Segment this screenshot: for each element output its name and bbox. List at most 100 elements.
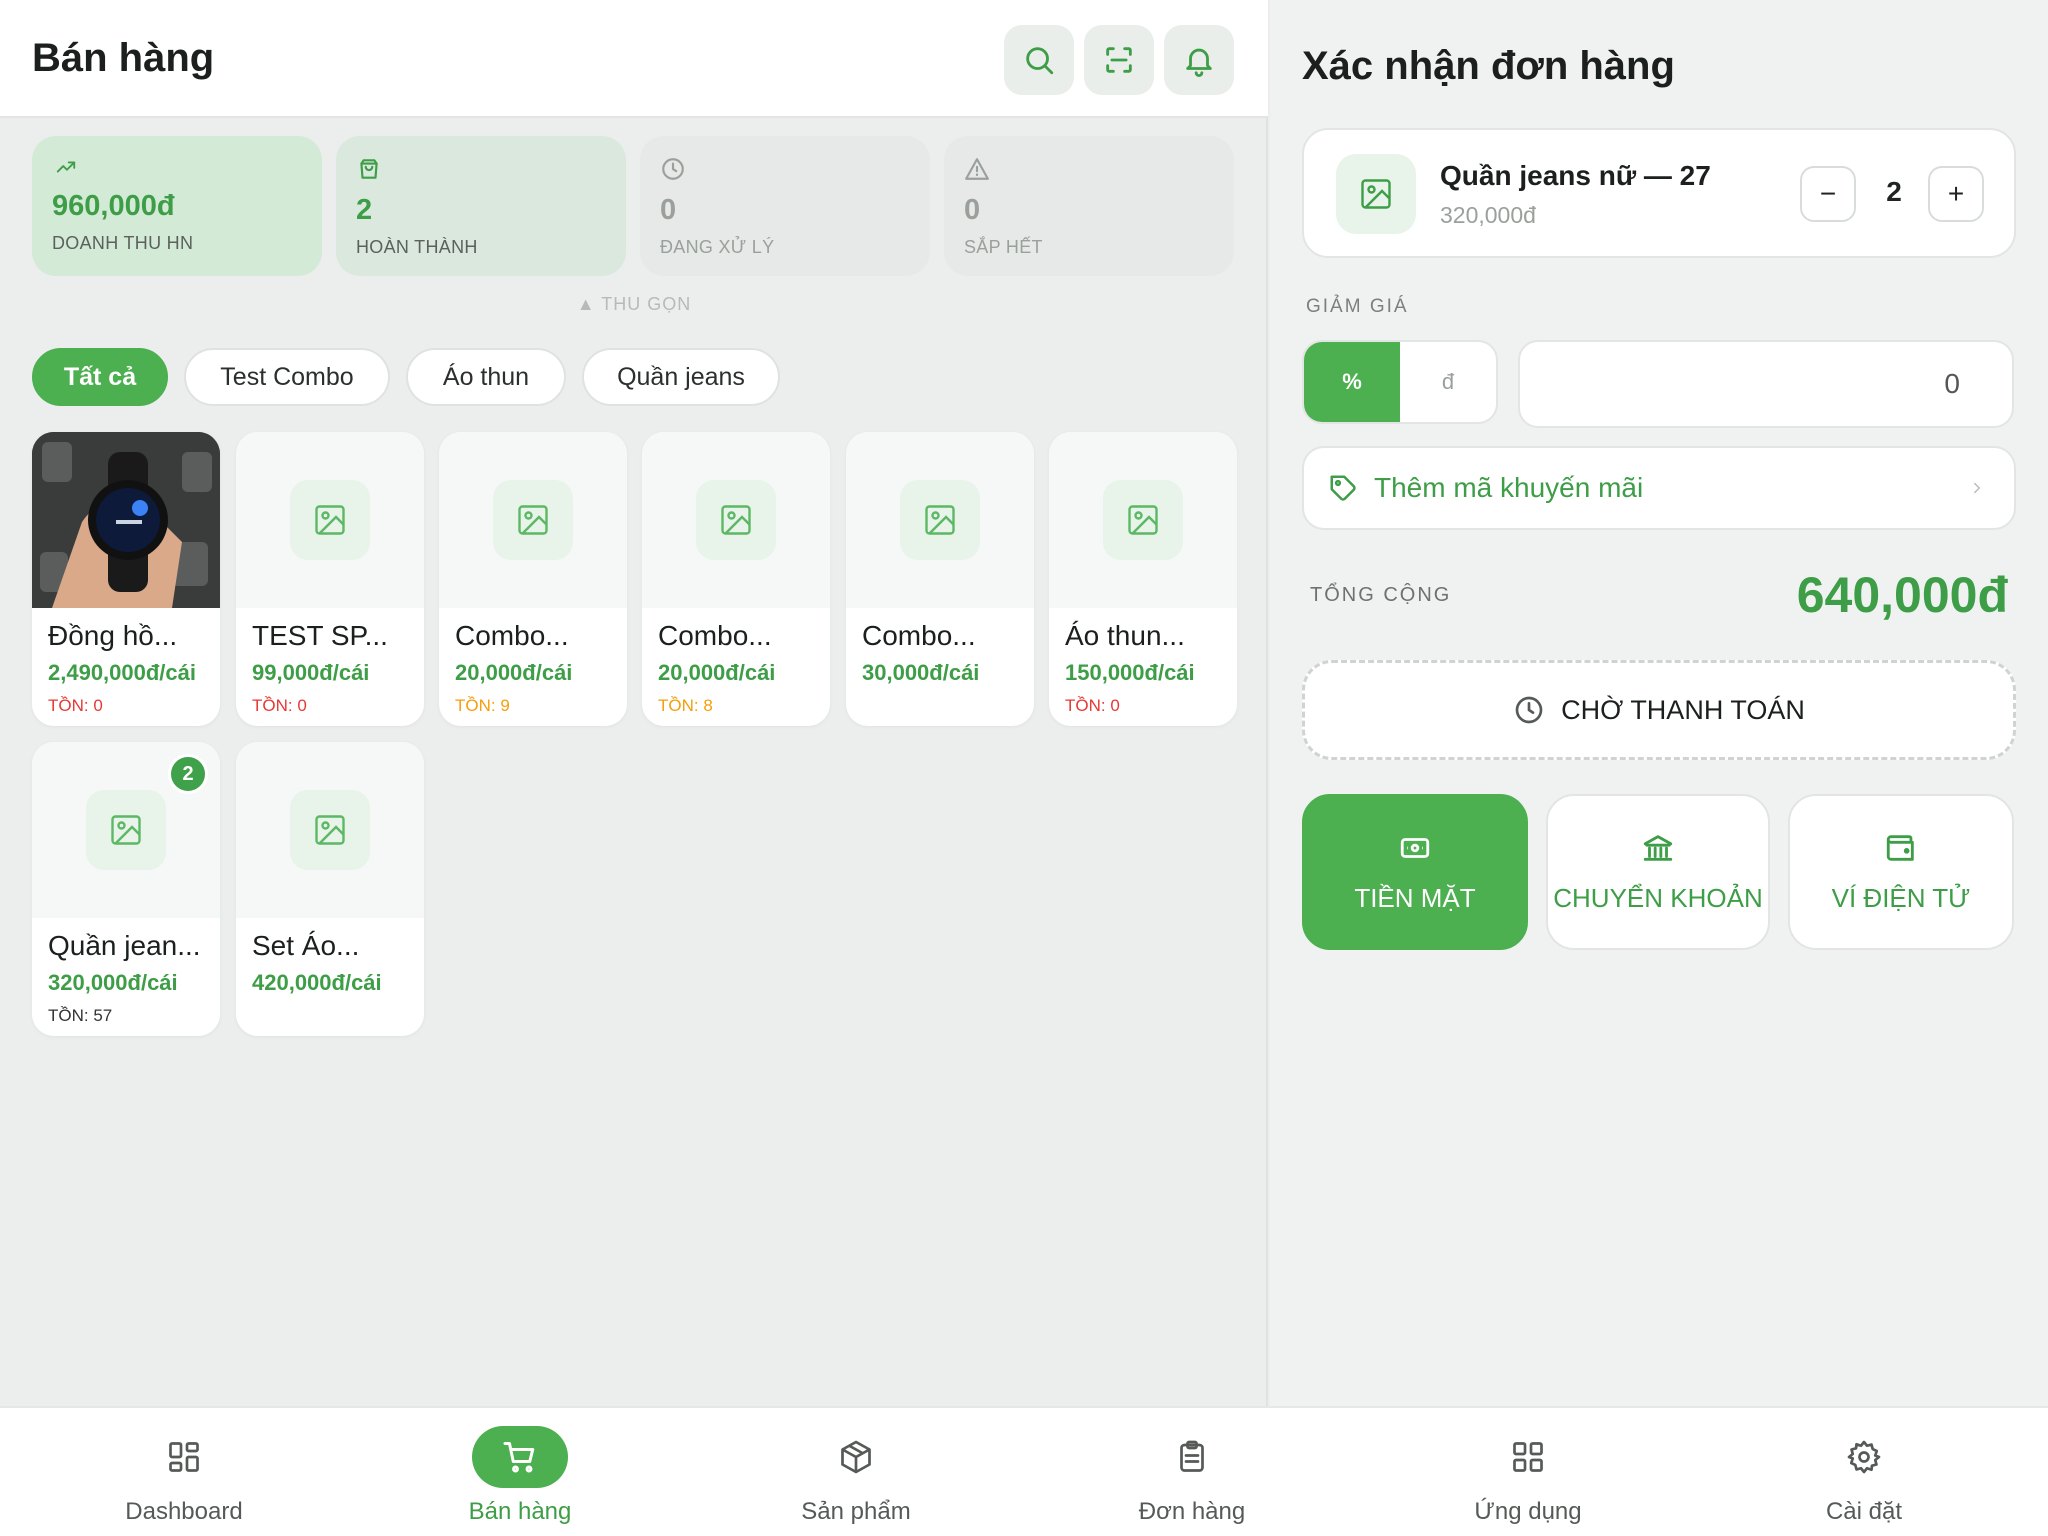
dashboard-icon <box>169 1442 199 1472</box>
sales-panel: Bán hàng 960,000đ DOANH THU HN 2 HOÀN TH… <box>0 0 1268 1406</box>
gear-icon <box>1847 1440 1881 1474</box>
bank-icon <box>1643 834 1673 861</box>
discount-amount-option[interactable]: đ <box>1400 342 1496 422</box>
trending-up-icon <box>56 161 76 173</box>
product-price: 99,000đ/cái <box>252 660 370 685</box>
order-item: Quần jeans nữ — 27 320,000đ − 2 + <box>1302 128 2016 258</box>
category-test-combo[interactable]: Test Combo <box>184 348 390 406</box>
product-price: 20,000đ/cái <box>658 660 776 685</box>
product-card[interactable]: Set Áo... 420,000đ/cái <box>236 742 424 1036</box>
order-item-name: Quần jeans nữ — 27 <box>1440 160 1711 191</box>
order-item-price: 320,000đ <box>1440 202 1536 228</box>
product-card[interactable]: Combo... 20,000đ/cái TỒN: 9 <box>439 432 627 726</box>
discount-label: GIẢM GIÁ <box>1306 296 1409 317</box>
stat-low-stock[interactable]: 0 SẮP HẾT <box>944 136 1234 276</box>
notifications-button[interactable] <box>1164 25 1234 95</box>
product-name: Áo thun... <box>1065 620 1185 651</box>
product-name: Đồng hồ... <box>48 620 178 651</box>
box-icon <box>841 1440 871 1474</box>
promo-label: Thêm mã khuyến mãi <box>1374 472 1644 503</box>
product-card[interactable]: Combo... 30,000đ/cái <box>846 432 1034 726</box>
product-name: Combo... <box>658 620 772 651</box>
pay-ewallet-button[interactable]: VÍ ĐIỆN TỬ <box>1788 794 2014 950</box>
cash-icon <box>1400 837 1430 858</box>
stat-processing[interactable]: 0 ĐANG XỬ LÝ <box>640 136 930 276</box>
warning-icon <box>965 158 989 180</box>
increase-qty-button[interactable]: + <box>1928 166 1984 222</box>
discount-type-toggle: % đ <box>1302 340 1498 424</box>
pay-transfer-button[interactable]: CHUYỂN KHOẢN <box>1546 794 1770 950</box>
pay-label: TIỀN MẶT <box>1354 882 1476 913</box>
bell-icon <box>1186 48 1212 77</box>
product-price: 30,000đ/cái <box>862 660 980 685</box>
scan-button[interactable] <box>1084 25 1154 95</box>
product-stock: TỒN: 0 <box>252 696 307 715</box>
nav-label: Cài đặt <box>1825 1498 1903 1525</box>
product-card[interactable]: 2 Quần jean... 320,000đ/cái TỒN: 57 <box>32 742 220 1036</box>
add-promo-button[interactable]: Thêm mã khuyến mãi <box>1302 446 2016 530</box>
discount-input[interactable]: 0 <box>1518 340 2014 428</box>
stat-value: 960,000đ <box>52 190 175 222</box>
image-placeholder-icon <box>315 505 345 535</box>
nav-sales[interactable]: Bán hàng <box>420 1426 620 1526</box>
nav-orders[interactable]: Đơn hàng <box>1092 1426 1292 1526</box>
stat-completed[interactable]: 2 HOÀN THÀNH <box>336 136 626 276</box>
total-value: 640,000đ <box>1796 567 2008 623</box>
nav-settings[interactable]: Cài đặt <box>1764 1426 1964 1526</box>
product-name: TEST SP... <box>252 620 388 651</box>
clock-icon <box>662 158 684 180</box>
product-stock: TỒN: 0 <box>48 696 103 715</box>
nav-label: Dashboard <box>125 1498 243 1525</box>
product-card[interactable]: TEST SP... 99,000đ/cái TỒN: 0 <box>236 432 424 726</box>
category-t-shirt[interactable]: Áo thun <box>406 348 566 406</box>
product-price: 420,000đ/cái <box>252 970 382 995</box>
nav-products[interactable]: Sản phẩm <box>756 1426 956 1526</box>
cart-count-badge: 2 <box>168 754 208 794</box>
product-card[interactable]: Đồng hồ... 2,490,000đ/cái TỒN: 0 <box>32 432 220 726</box>
discount-percent-option[interactable]: % <box>1304 342 1400 422</box>
decrease-qty-button[interactable]: − <box>1800 166 1856 222</box>
stat-label: HOÀN THÀNH <box>356 237 478 257</box>
category-all[interactable]: Tất cả <box>32 348 168 406</box>
product-name: Combo... <box>862 620 976 651</box>
stat-label: ĐANG XỬ LÝ <box>660 237 775 257</box>
stat-value: 2 <box>356 194 373 226</box>
apps-grid-icon <box>1513 1442 1543 1472</box>
category-jeans[interactable]: Quần jeans <box>582 348 780 406</box>
nav-label: Sản phẩm <box>801 1498 911 1525</box>
chevron-right-icon <box>1974 482 1981 494</box>
nav-label: Đơn hàng <box>1138 1498 1246 1525</box>
cart-icon <box>503 1442 535 1473</box>
product-card[interactable]: Áo thun... 150,000đ/cái TỒN: 0 <box>1049 432 1237 726</box>
stat-revenue[interactable]: 960,000đ DOANH THU HN <box>32 136 322 276</box>
order-title: Xác nhận đơn hàng <box>1302 44 1675 88</box>
collapse-toggle[interactable]: ▲ THU GỌN <box>0 294 1268 315</box>
scan-icon <box>1106 47 1132 73</box>
product-photo <box>32 432 220 608</box>
product-card[interactable]: Combo... 20,000đ/cái TỒN: 8 <box>642 432 830 726</box>
stat-value: 0 <box>660 194 677 226</box>
pending-label: CHỜ THANH TOÁN <box>1561 694 1805 725</box>
image-placeholder-icon <box>111 815 141 845</box>
shopping-bag-icon <box>360 159 378 179</box>
pay-label: CHUYỂN KHOẢN <box>1553 882 1763 913</box>
nav-label: Ứng dụng <box>1474 1498 1582 1525</box>
total-label: TỔNG CỘNG <box>1310 584 1452 606</box>
clock-icon <box>1515 696 1543 724</box>
wallet-icon <box>1886 834 1914 861</box>
image-placeholder-icon <box>925 505 955 535</box>
pay-cash-button[interactable]: TIỀN MẶT <box>1302 794 1528 950</box>
search-icon <box>1026 47 1054 75</box>
image-placeholder-icon <box>518 505 548 535</box>
image-placeholder-icon <box>1361 179 1391 209</box>
product-price: 320,000đ/cái <box>48 970 178 995</box>
order-panel: Xác nhận đơn hàng Quần jeans nữ — 27 320… <box>1270 0 2048 1406</box>
bottom-nav: Dashboard Bán hàng Sản phẩm Đơn hàng Ứng… <box>0 1406 2048 1536</box>
tag-icon <box>1330 475 1356 501</box>
image-placeholder-icon <box>721 505 751 535</box>
image-placeholder-icon <box>315 815 345 845</box>
nav-dashboard[interactable]: Dashboard <box>84 1426 284 1526</box>
pending-payment-button[interactable]: CHỜ THANH TOÁN <box>1302 660 2016 760</box>
search-button[interactable] <box>1004 25 1074 95</box>
nav-apps[interactable]: Ứng dụng <box>1428 1426 1628 1526</box>
